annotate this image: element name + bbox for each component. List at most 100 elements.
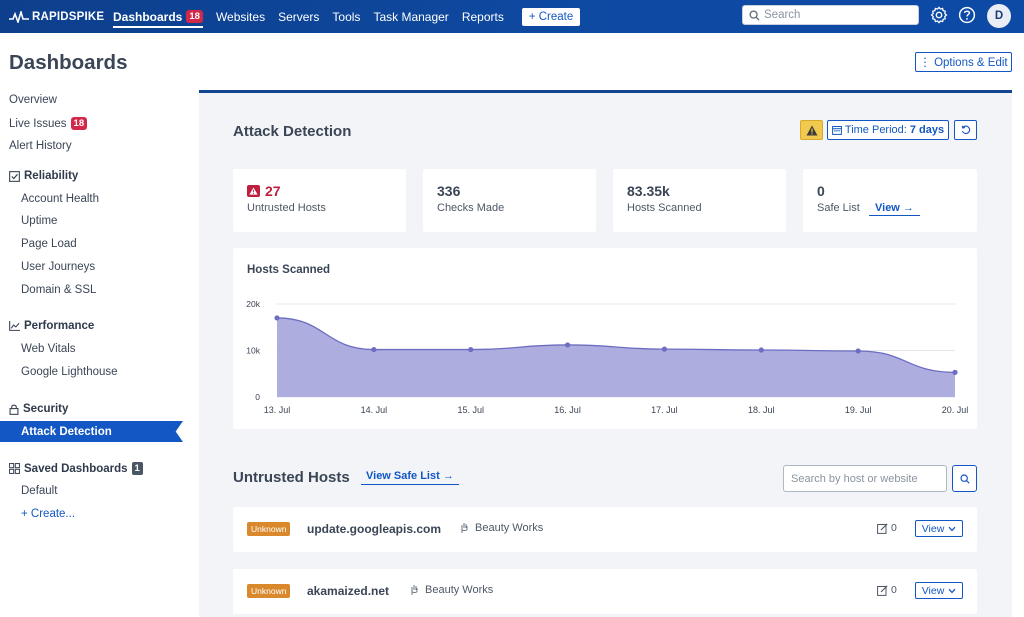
host-name: akamaized.net — [307, 584, 390, 598]
stat-card-untrusted-hosts[interactable]: 27 Untrusted Hosts — [233, 169, 406, 232]
sidebar-item-attack-detection[interactable]: Attack Detection — [0, 421, 183, 442]
user-avatar[interactable]: D — [987, 4, 1011, 28]
host-search-input[interactable] — [791, 472, 941, 485]
checks-made-value: 336 — [437, 183, 461, 199]
pulse-logo-icon — [9, 10, 29, 23]
hand-icon — [411, 585, 418, 595]
page-title: Dashboards — [9, 51, 128, 74]
sidebar-item-live-issues[interactable]: Live Issues 18 — [9, 117, 88, 130]
chevron-down-icon — [948, 526, 956, 531]
reliability-label: Reliability — [24, 170, 79, 182]
safe-list-view-link[interactable]: View → — [869, 202, 920, 216]
nav-dashboards[interactable]: Dashboards 18 — [113, 0, 203, 33]
host-name: update.googleapis.com — [307, 522, 442, 536]
checkbox-icon — [9, 170, 20, 182]
x-tick-label: 14. Jul — [361, 405, 388, 415]
chart-line-icon — [9, 321, 20, 331]
stat-card-checks-made: 336 Checks Made — [423, 169, 596, 232]
time-period-button[interactable]: Time Period: 7 days — [827, 120, 949, 140]
refresh-button[interactable] — [954, 120, 977, 140]
y-tick-label: 0 — [255, 392, 260, 402]
options-edit-button[interactable]: ⋮ Options & Edit — [915, 52, 1012, 72]
global-search-input[interactable] — [764, 9, 904, 21]
sidebar-item-overview[interactable]: Overview — [9, 94, 57, 106]
data-point — [661, 346, 668, 352]
sidebar-item-google-lighthouse[interactable]: Google Lighthouse — [21, 366, 118, 378]
saved-dashboards-badge: 1 — [131, 462, 143, 475]
sidebar-item-default[interactable]: Default — [21, 485, 57, 497]
y-tick-label: 20k — [246, 299, 260, 309]
stat-card-safe-list: 0 Safe List View → — [803, 169, 977, 232]
nav-websites[interactable]: Websites — [216, 0, 265, 33]
host-search-button[interactable] — [952, 465, 977, 492]
nav-task-manager[interactable]: Task Manager — [373, 0, 448, 33]
area-fill — [277, 317, 955, 397]
sidebar-item-uptime[interactable]: Uptime — [21, 215, 57, 227]
sidebar-section-reliability[interactable]: Reliability — [9, 170, 78, 182]
hand-icon — [461, 523, 468, 533]
main-nav: Dashboards 18 Websites Servers Tools Tas… — [113, 0, 581, 33]
time-period-label: Time Period: — [844, 124, 907, 136]
status-badge: Unknown — [247, 522, 291, 536]
safe-list-label: Safe List — [817, 202, 860, 214]
sidebar-section-saved-dashboards[interactable]: Saved Dashboards 1 — [9, 462, 143, 475]
nav-tools[interactable]: Tools — [332, 0, 360, 33]
nav-dashboards-label: Dashboards — [113, 9, 183, 24]
table-row: Unknown update.googleapis.com Beauty Wor… — [233, 507, 977, 552]
brand-name: RAPIDSPIKE — [32, 10, 105, 23]
notes-count-value: 0 — [891, 584, 897, 596]
notes-count[interactable]: 0 — [877, 584, 897, 596]
data-point — [564, 342, 571, 348]
create-button[interactable]: + Create — [521, 7, 581, 26]
hosts-scanned-chart: 0 10k 20k 13. Jul 14. Jul 15. Jul 16. Jul 17. J… — [246, 299, 968, 415]
gear-icon[interactable] — [930, 6, 948, 24]
row-view-label: View — [921, 584, 945, 597]
sidebar-section-security[interactable]: Security — [9, 403, 68, 415]
safe-list-value: 0 — [817, 183, 825, 199]
performance-label: Performance — [24, 320, 95, 332]
time-period-value: 7 days — [909, 124, 945, 136]
host-account: Beauty Works — [410, 584, 493, 596]
notes-count[interactable]: 0 — [877, 522, 897, 534]
search-icon — [959, 473, 970, 484]
attack-detection-title: Attack Detection — [233, 123, 352, 140]
security-label: Security — [23, 403, 69, 415]
sidebar-item-web-vitals[interactable]: Web Vitals — [21, 343, 76, 355]
x-tick-label: 13. Jul — [264, 405, 291, 415]
table-row: Unknown akamaized.net Beauty Works 0 Vie… — [233, 569, 977, 614]
row-view-button[interactable]: View — [915, 520, 963, 537]
account-name: Beauty Works — [425, 584, 494, 596]
data-point — [855, 348, 861, 354]
x-tick-label: 18. Jul — [748, 405, 775, 415]
edit-note-icon — [877, 584, 888, 596]
sidebar-item-account-health[interactable]: Account Health — [21, 193, 99, 205]
x-tick-label: 17. Jul — [651, 405, 678, 415]
view-safe-list-link[interactable]: View Safe List → — [361, 470, 459, 485]
help-icon[interactable] — [958, 6, 976, 24]
sidebar-section-performance[interactable]: Performance — [9, 320, 94, 332]
sidebar-item-page-load[interactable]: Page Load — [21, 238, 77, 250]
nav-servers[interactable]: Servers — [278, 0, 319, 33]
host-account: Beauty Works — [460, 522, 543, 534]
sidebar-item-alert-history[interactable]: Alert History — [9, 140, 72, 152]
y-tick-label: 10k — [246, 346, 260, 356]
row-view-button[interactable]: View — [915, 582, 963, 599]
dashboards-count-badge: 18 — [186, 10, 203, 23]
saved-dashboards-label: Saved Dashboards — [24, 462, 128, 475]
untrusted-hosts-number: 27 — [265, 183, 281, 199]
nav-reports[interactable]: Reports — [462, 0, 504, 33]
chevron-down-icon — [948, 588, 956, 593]
alert-warning-button[interactable] — [800, 120, 823, 140]
sidebar-item-user-journeys[interactable]: User Journeys — [21, 261, 95, 273]
x-tick-label: 16. Jul — [554, 405, 581, 415]
untrusted-hosts-label: Untrusted Hosts — [247, 202, 326, 214]
rapidspike-logo[interactable]: RAPIDSPIKE — [9, 10, 113, 23]
calendar-icon — [831, 126, 842, 135]
x-tick-label: 15. Jul — [457, 405, 484, 415]
status-badge: Unknown — [247, 584, 291, 598]
main-panel: Attack Detection Time Period: 7 days 27 … — [199, 90, 1012, 617]
live-issues-badge: 18 — [70, 117, 88, 130]
sidebar-create-dashboard-link[interactable]: + Create... — [21, 508, 75, 520]
edit-note-icon — [877, 522, 888, 534]
sidebar-item-domain-ssl[interactable]: Domain & SSL — [21, 284, 96, 296]
